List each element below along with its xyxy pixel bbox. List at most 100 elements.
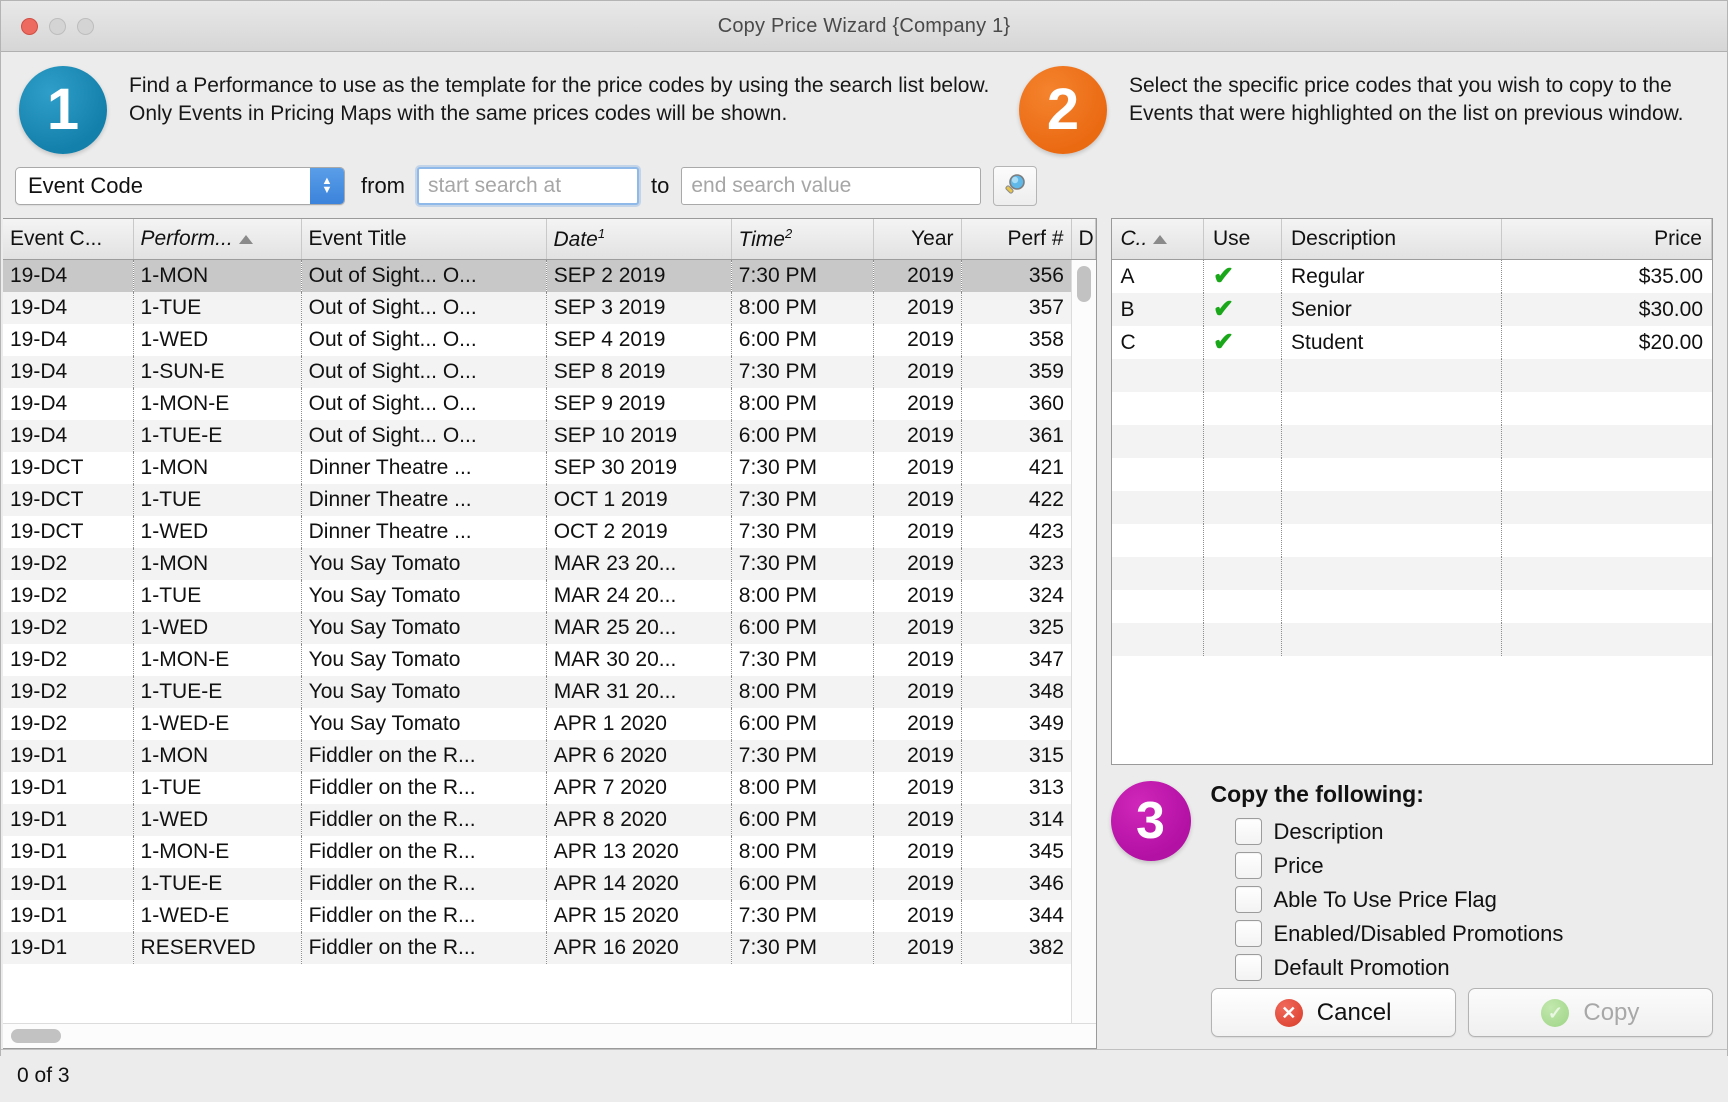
events-column-header-label: Time (738, 228, 785, 251)
events-cell-perf: 423 (961, 516, 1072, 548)
events-cell-event-title: Fiddler on the R... (301, 868, 547, 900)
table-row[interactable]: 19-D1 1-WED-E Fiddler on the R... APR 15 20… (3, 900, 1096, 932)
table-row[interactable]: 19-D4 1-TUE Out of Sight... O... SEP 3 2019… (3, 292, 1096, 324)
price-cell-use[interactable]: ✔ (1203, 293, 1282, 326)
events-column-header[interactable]: Event Title (301, 219, 547, 260)
events-column-header[interactable]: Time2 (731, 219, 874, 260)
price-column-header[interactable]: Description (1281, 219, 1502, 260)
checkbox-icon[interactable] (1234, 920, 1262, 947)
check-icon: ✔ (1213, 294, 1234, 323)
price-empty-cell (1282, 458, 1502, 491)
events-cell-event-title: Fiddler on the R... (301, 900, 547, 932)
events-cell-event-code: 19-D2 (3, 708, 134, 740)
events-cell-time: 7:30 PM (731, 548, 874, 580)
table-row[interactable]: 19-DCT 1-WED Dinner Theatre ... OCT 2 2019 7… (3, 516, 1096, 548)
events-cell-year: 2019 (873, 804, 962, 836)
copy-option-enabled-disabled-promotions[interactable]: Enabled/Disabled Promotions (1234, 920, 1714, 947)
table-row[interactable]: 19-DCT 1-TUE Dinner Theatre ... OCT 1 2019 7… (3, 484, 1096, 516)
events-cell-event-code: 19-D4 (3, 292, 134, 324)
table-row[interactable]: 19-D1 1-MON Fiddler on the R... APR 6 2020 7… (3, 740, 1096, 772)
table-row[interactable]: 19-D1 1-WED Fiddler on the R... APR 8 2020 6… (3, 804, 1096, 836)
events-cell-event-code: 19-D1 (3, 740, 134, 772)
table-row[interactable]: 19-D2 1-WED You Say Tomato MAR 25 20... 6:00… (3, 612, 1096, 644)
table-row[interactable]: 19-D2 1-WED-E You Say Tomato APR 1 2020 6:00… (3, 708, 1096, 740)
table-row[interactable]: 19-D1 RESERVED Fiddler on the R... APR 16 2… (3, 932, 1096, 964)
events-column-header[interactable]: Perf # (961, 219, 1072, 260)
table-row[interactable]: 19-D4 1-SUN-E Out of Sight... O... SEP 8 20… (3, 356, 1096, 388)
table-row[interactable]: 19-D4 1-MON-E Out of Sight... O... SEP 9 20… (3, 388, 1096, 420)
events-cell-year: 2019 (873, 356, 962, 388)
events-cell-date: APR 1 2020 (546, 708, 732, 740)
events-cell-performance: 1-MON (133, 548, 302, 580)
price-row[interactable]: A ✔ Regular $35.00 (1111, 260, 1712, 293)
price-header-row: C.. Use Description Price (1111, 219, 1712, 260)
events-horizontal-scroll-thumb[interactable] (11, 1029, 61, 1043)
events-column-header[interactable]: Year (873, 219, 962, 260)
events-cell-perf: 357 (961, 292, 1072, 324)
price-row[interactable]: C ✔ Student $20.00 (1111, 326, 1712, 359)
table-row[interactable]: 19-D2 1-TUE-E You Say Tomato MAR 31 20... 8:… (3, 676, 1096, 708)
copy-option-price[interactable]: Price (1234, 852, 1714, 879)
events-cell-event-code: 19-D4 (3, 260, 134, 292)
table-row[interactable]: 19-D4 1-WED Out of Sight... O... SEP 4 2019… (3, 324, 1096, 356)
search-from-placeholder: start search at (428, 174, 562, 197)
checkbox-icon[interactable] (1234, 852, 1262, 879)
table-row[interactable]: 19-DCT 1-MON Dinner Theatre ... SEP 30 2019… (3, 452, 1096, 484)
copy-option-default-promotion[interactable]: Default Promotion (1234, 954, 1714, 981)
events-cell-date: APR 14 2020 (546, 868, 732, 900)
price-column-header[interactable]: Price (1501, 219, 1712, 260)
table-row[interactable]: 19-D2 1-TUE You Say Tomato MAR 24 20... 8:00… (3, 580, 1096, 612)
events-cell-perf: 314 (961, 804, 1072, 836)
events-cell-perf: 313 (961, 772, 1072, 804)
table-row[interactable]: 19-D2 1-MON-E You Say Tomato MAR 30 20... 7:… (3, 644, 1096, 676)
events-cell-event-title: Fiddler on the R... (301, 772, 547, 804)
events-column-header[interactable]: D (1071, 219, 1096, 260)
copy-option-able-to-use-price-flag[interactable]: Able To Use Price Flag (1234, 886, 1714, 913)
cancel-button[interactable]: ✕ Cancel (1210, 988, 1456, 1037)
events-cell-time: 7:30 PM (731, 900, 874, 932)
events-horizontal-scrollbar[interactable] (3, 1023, 1096, 1048)
search-field-select[interactable]: Event Code ▲ ▼ (15, 167, 345, 205)
table-row[interactable]: 19-D1 1-TUE-E Fiddler on the R... APR 14 20… (3, 868, 1096, 900)
copy-option-description[interactable]: Description (1234, 818, 1714, 845)
sort-ascending-icon (1153, 234, 1168, 244)
checkbox-icon[interactable] (1234, 818, 1262, 845)
events-vertical-scroll-thumb[interactable] (1076, 266, 1091, 302)
price-cell-use[interactable]: ✔ (1203, 326, 1282, 359)
price-empty-cell (1112, 623, 1204, 656)
events-cell-year: 2019 (873, 420, 962, 452)
table-row[interactable]: 19-D4 1-TUE-E Out of Sight... O... SEP 10 2… (3, 420, 1096, 452)
events-cell-year: 2019 (873, 644, 962, 676)
events-column-header[interactable]: Event C... (3, 219, 134, 260)
checkbox-icon[interactable] (1234, 886, 1262, 913)
close-window-icon[interactable] (21, 17, 38, 35)
search-field-select-value: Event Code (28, 173, 143, 198)
price-empty-cell (1282, 359, 1502, 392)
price-row[interactable]: B ✔ Senior $30.00 (1111, 293, 1712, 326)
table-row[interactable]: 19-D4 1-MON Out of Sight... O... SEP 2 2019… (3, 260, 1096, 292)
price-cell-use[interactable]: ✔ (1203, 260, 1282, 293)
window-content: 1 Find a Performance to use as the templ… (1, 52, 1727, 1102)
price-column-header[interactable]: Use (1203, 219, 1282, 260)
events-cell-year: 2019 (873, 932, 962, 964)
events-cell-year: 2019 (873, 580, 962, 612)
table-row[interactable]: 19-D1 1-TUE Fiddler on the R... APR 7 2020 8… (3, 772, 1096, 804)
events-column-header[interactable]: Date1 (546, 219, 732, 260)
minimize-window-icon[interactable] (49, 17, 66, 35)
zoom-window-icon[interactable] (77, 17, 94, 35)
table-row[interactable]: 19-D1 1-MON-E Fiddler on the R... APR 13 20… (3, 836, 1096, 868)
chevron-updown-icon[interactable]: ▲ ▼ (310, 168, 344, 204)
search-to-input[interactable]: end search value (681, 167, 982, 205)
table-row[interactable]: 19-D2 1-MON You Say Tomato MAR 23 20... 7:30… (3, 548, 1096, 580)
events-column-header[interactable]: Perform... (133, 219, 302, 260)
search-from-input[interactable]: start search at (417, 167, 639, 205)
magnifier-icon[interactable] (993, 166, 1038, 206)
events-cell-event-title: Out of Sight... O... (301, 260, 547, 292)
price-column-header[interactable]: C.. (1111, 219, 1204, 260)
copy-button[interactable]: ✓ Copy (1467, 988, 1713, 1037)
price-empty-cell (1204, 458, 1282, 491)
copy-options-list: Description Price Able To Use Price Flag En… (1211, 818, 1714, 988)
checkbox-icon[interactable] (1234, 954, 1262, 981)
price-cell-code: A (1111, 260, 1204, 293)
events-vertical-scrollbar[interactable] (1070, 260, 1096, 1023)
